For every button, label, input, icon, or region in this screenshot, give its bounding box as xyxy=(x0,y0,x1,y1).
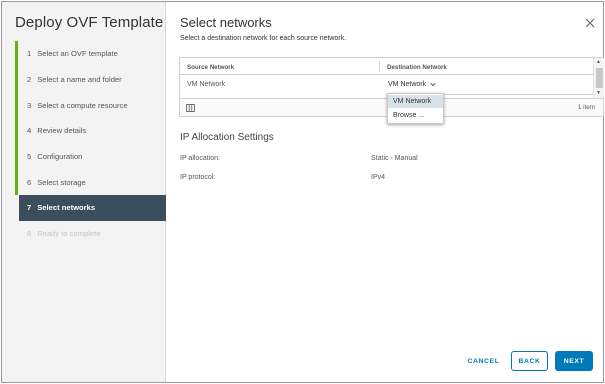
destination-network-dropdown: VM Network Browse ... xyxy=(387,93,444,124)
ip-allocation-settings-title: IP Allocation Settings xyxy=(180,132,274,143)
step-label: Ready to complete xyxy=(37,229,101,239)
step-number: 4 xyxy=(27,126,32,136)
wizard-sidebar: Deploy OVF Template 1 Select an OVF temp… xyxy=(2,2,166,382)
item-count: 1 item xyxy=(577,104,595,111)
step-select-storage[interactable]: 6 Select storage xyxy=(15,169,166,195)
page-title: Select networks xyxy=(180,15,272,30)
page-subtitle: Select a destination network for each so… xyxy=(180,35,347,42)
step-number: 2 xyxy=(27,75,32,85)
step-number: 1 xyxy=(27,49,32,59)
column-divider[interactable] xyxy=(379,61,380,72)
step-review-details[interactable]: 4 Review details xyxy=(15,118,166,144)
step-label: Select networks xyxy=(37,203,96,213)
step-select-networks[interactable]: 7 Select networks xyxy=(19,195,166,221)
grid-scrollbar[interactable]: ▲ ▼ xyxy=(593,58,604,98)
cancel-button[interactable]: CANCEL xyxy=(463,351,504,371)
ip-protocol-label: IP protocol: xyxy=(180,174,216,181)
step-configuration[interactable]: 5 Configuration xyxy=(15,143,166,170)
step-select-ovf-template[interactable]: 1 Select an OVF template xyxy=(15,41,166,67)
close-icon[interactable] xyxy=(583,16,597,30)
step-select-compute-resource[interactable]: 3 Select a compute resource xyxy=(15,92,166,118)
dropdown-option-vm-network[interactable]: VM Network xyxy=(388,95,443,108)
scroll-up-icon[interactable]: ▲ xyxy=(596,59,601,65)
ip-allocation-value: Static - Manual xyxy=(371,155,418,162)
column-header-source-network[interactable]: Source Network xyxy=(187,64,234,71)
step-ready-to-complete: 8 Ready to complete xyxy=(15,221,166,247)
source-network-cell: VM Network xyxy=(187,81,226,88)
wizard-steps: 1 Select an OVF template 2 Select a name… xyxy=(15,41,166,247)
step-label: Select a name and folder xyxy=(37,75,122,85)
deploy-ovf-dialog: Deploy OVF Template 1 Select an OVF temp… xyxy=(1,1,604,383)
step-number: 6 xyxy=(27,177,32,187)
ip-protocol-value: IPv4 xyxy=(371,174,386,181)
step-number: 3 xyxy=(27,100,32,110)
destination-network-value: VM Network xyxy=(388,81,427,88)
step-label: Select an OVF template xyxy=(37,49,118,59)
chevron-down-icon xyxy=(430,82,436,87)
next-button[interactable]: NEXT xyxy=(555,351,593,371)
step-number: 8 xyxy=(27,229,32,239)
destination-network-select[interactable]: VM Network xyxy=(388,81,436,88)
step-number: 7 xyxy=(27,203,32,213)
back-button[interactable]: BACK xyxy=(511,351,548,371)
grid-header: Source Network Destination Network xyxy=(180,58,593,75)
step-label: Configuration xyxy=(37,152,83,162)
scrollbar-thumb[interactable] xyxy=(596,68,603,88)
ip-allocation-label: IP allocation: xyxy=(180,155,220,162)
scroll-down-icon[interactable]: ▼ xyxy=(596,90,601,96)
step-select-name-folder[interactable]: 2 Select a name and folder xyxy=(15,66,166,93)
step-number: 5 xyxy=(27,152,32,162)
wizard-content: Select networks Select a destination net… xyxy=(166,2,605,382)
wizard-title: Deploy OVF Template xyxy=(15,14,164,31)
column-toggle-icon[interactable] xyxy=(186,104,195,112)
step-label: Select a compute resource xyxy=(37,100,128,110)
step-label: Select storage xyxy=(37,177,86,187)
column-header-destination-network[interactable]: Destination Network xyxy=(387,64,447,71)
dropdown-option-browse[interactable]: Browse ... xyxy=(388,109,443,122)
step-label: Review details xyxy=(37,126,87,136)
